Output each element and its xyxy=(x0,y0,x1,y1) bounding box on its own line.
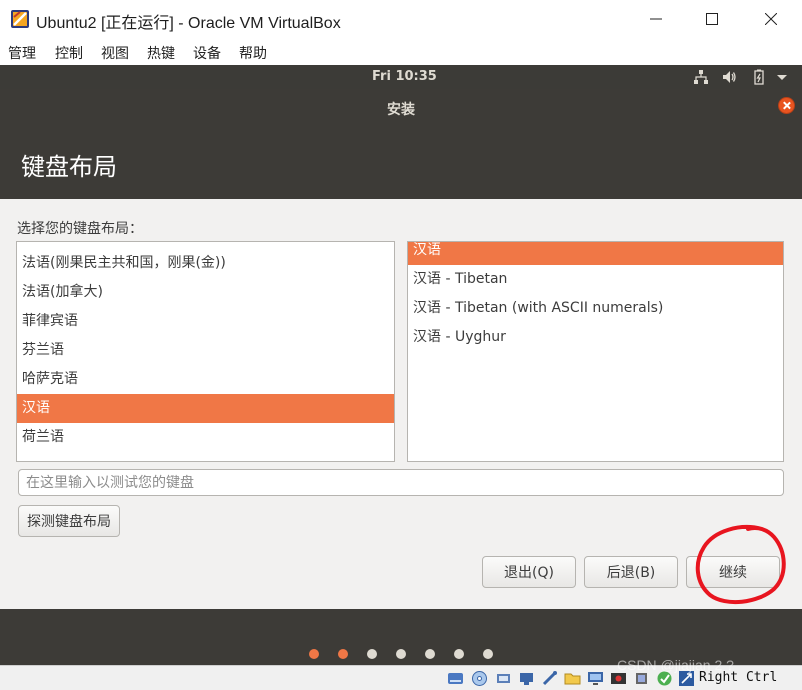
menu-arrow-icon[interactable] xyxy=(774,69,790,85)
list-item[interactable]: 菲律宾语 xyxy=(17,307,394,336)
keyboard-layout-list[interactable]: 法语 法语(刚果民主共和国，刚果(金)) 法语(加拿大) 菲律宾语 芬兰语 哈萨… xyxy=(16,241,395,462)
display-icon[interactable] xyxy=(587,670,604,687)
menu-item-help[interactable]: 帮助 xyxy=(239,43,267,63)
window-title: Ubuntu2 [正在运行] - Oracle VM VirtualBox xyxy=(36,15,341,32)
list-item[interactable]: 汉语 - Tibetan (with ASCII numerals) xyxy=(408,294,783,323)
quit-button[interactable]: 退出(Q) xyxy=(482,556,576,588)
menu-item-view[interactable]: 视图 xyxy=(101,43,129,63)
battery-icon[interactable] xyxy=(751,69,767,85)
installer-close-icon[interactable] xyxy=(778,97,795,114)
ubuntu-top-panel: Fri 10:35 xyxy=(0,65,802,89)
list-item[interactable]: 荷兰语 xyxy=(17,423,394,452)
volume-icon[interactable] xyxy=(721,69,737,85)
menu-item-manage[interactable]: 管理 xyxy=(8,43,36,63)
maximize-button[interactable] xyxy=(689,0,735,38)
back-button[interactable]: 后退(B) xyxy=(584,556,678,588)
list-item[interactable]: 法语(加拿大) xyxy=(17,278,394,307)
list-item[interactable]: 哈萨克语 xyxy=(17,365,394,394)
list-item[interactable]: 法语(刚果民主共和国，刚果(金)) xyxy=(17,249,394,278)
window-titlebar: Ubuntu2 [正在运行] - Oracle VM VirtualBox xyxy=(0,0,802,38)
list-item[interactable]: 汉语 - Uyghur xyxy=(408,323,783,352)
progress-dot-done xyxy=(338,649,348,659)
watermark-text: CSDN @jiajian 2 ? xyxy=(617,657,734,673)
close-button[interactable] xyxy=(748,0,794,38)
continue-button[interactable]: 继续 xyxy=(686,556,780,588)
keyboard-layout-prompt: 选择您的键盘布局： xyxy=(17,221,143,237)
optical-drive-icon[interactable] xyxy=(471,670,488,687)
menu-item-hotkeys[interactable]: 热键 xyxy=(147,43,175,63)
panel-clock[interactable]: Fri 10:35 xyxy=(372,69,437,84)
menu-item-devices[interactable]: 设备 xyxy=(193,43,221,63)
keyboard-variant-list[interactable]: 汉语 汉语 - Tibetan 汉语 - Tibetan (with ASCII… xyxy=(407,241,784,462)
list-item[interactable]: 法语 xyxy=(17,242,394,249)
installer-window: 安装 键盘布局 选择您的键盘布局： 法语 法语(刚果民主共和国，刚果(金)) 法… xyxy=(0,89,802,665)
installer-header: 安装 键盘布局 xyxy=(0,89,802,199)
harddisk-icon[interactable] xyxy=(447,670,464,687)
installer-title: 安装 xyxy=(387,102,415,118)
list-item-selected[interactable]: 汉语 xyxy=(17,394,394,423)
list-item-selected[interactable]: 汉语 xyxy=(408,242,783,265)
page-title: 键盘布局 xyxy=(21,153,117,181)
minimize-button[interactable] xyxy=(633,0,679,38)
shared-folder-icon[interactable] xyxy=(564,670,581,687)
network-icon[interactable] xyxy=(693,69,709,85)
progress-dot-done xyxy=(309,649,319,659)
vbox-menubar: 管理 控制 视图 热键 设备 帮助 xyxy=(0,38,802,65)
keyboard-test-input[interactable] xyxy=(18,469,784,496)
progress-dot xyxy=(367,649,377,659)
progress-dot xyxy=(425,649,435,659)
progress-dot xyxy=(454,649,464,659)
progress-dot xyxy=(396,649,406,659)
menu-item-control[interactable]: 控制 xyxy=(55,43,83,63)
minimize-icon xyxy=(650,18,662,20)
network-adapter-icon[interactable] xyxy=(518,670,535,687)
progress-dot xyxy=(483,649,493,659)
virtualbox-app-icon xyxy=(11,10,29,28)
audio-icon[interactable] xyxy=(495,670,512,687)
list-item[interactable]: 芬兰语 xyxy=(17,336,394,365)
usb-icon[interactable] xyxy=(541,670,558,687)
list-item[interactable]: 汉语 - Tibetan xyxy=(408,265,783,294)
close-icon xyxy=(765,13,777,25)
detect-layout-button[interactable]: 探测键盘布局 xyxy=(18,505,120,537)
maximize-icon xyxy=(706,13,718,25)
